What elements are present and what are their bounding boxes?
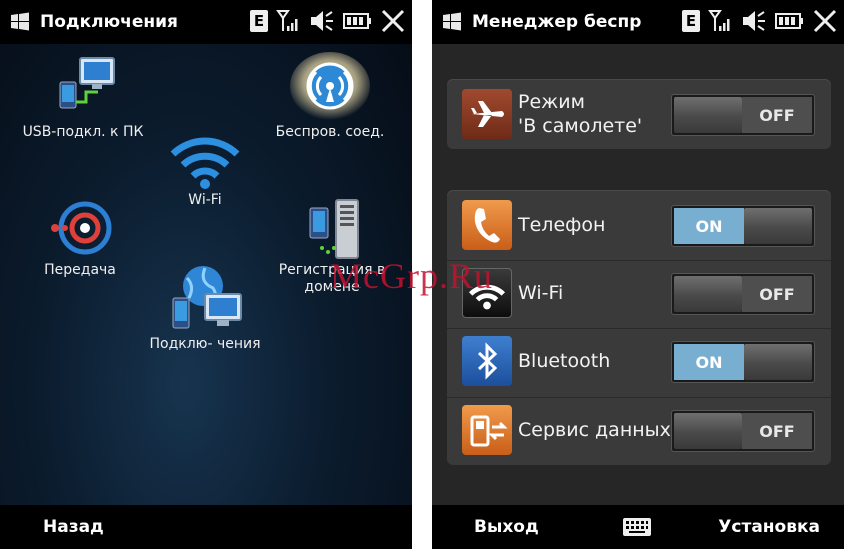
beam-icon bbox=[51, 201, 112, 255]
status-icons[interactable]: E bbox=[250, 8, 406, 34]
wireless-manager-icon bbox=[290, 52, 370, 120]
toggle-state: ON bbox=[674, 344, 744, 380]
watermark: McGrp.Ru bbox=[330, 256, 493, 296]
app-wifi[interactable]: Wi-Fi bbox=[155, 128, 255, 209]
soft-key-bar: Назад bbox=[0, 505, 412, 549]
settings-softkey[interactable]: Установка bbox=[718, 517, 820, 537]
soft-key-bar: Выход Установка bbox=[432, 505, 844, 549]
airplane-mode-label: Режим 'В самолете' bbox=[518, 82, 642, 146]
phone-icon bbox=[462, 200, 512, 250]
phone-label: Телефон bbox=[518, 214, 606, 236]
bluetooth-toggle[interactable]: ON bbox=[671, 341, 815, 383]
wifi-row[interactable]: Wi-Fi OFF bbox=[447, 260, 831, 325]
phone-toggle[interactable]: ON bbox=[671, 205, 815, 247]
usb-pc-icon bbox=[59, 57, 115, 109]
wifi-label: Wi-Fi bbox=[518, 282, 564, 304]
toggle-state: OFF bbox=[742, 97, 812, 133]
battery-icon bbox=[343, 13, 371, 29]
bluetooth-label: Bluetooth bbox=[518, 350, 611, 372]
signal-icon bbox=[276, 10, 298, 31]
windows-start-icon[interactable] bbox=[8, 10, 32, 34]
title-bar: Подключения E bbox=[0, 0, 412, 44]
phone-row[interactable]: Телефон ON bbox=[447, 193, 831, 257]
toggle-knob bbox=[674, 97, 742, 133]
app-label: Передача bbox=[44, 262, 116, 278]
close-icon[interactable] bbox=[812, 8, 838, 34]
speaker-muted-icon bbox=[311, 11, 333, 31]
toggle-state: OFF bbox=[742, 276, 812, 312]
data-service-toggle[interactable]: OFF bbox=[671, 410, 815, 452]
bluetooth-row[interactable]: Bluetooth ON bbox=[447, 328, 831, 393]
exit-softkey[interactable]: Выход bbox=[474, 517, 539, 537]
data-service-row[interactable]: Сервис данных OFF bbox=[447, 397, 831, 462]
app-label: Подклю- чения bbox=[149, 336, 261, 352]
back-softkey[interactable]: Назад bbox=[43, 517, 104, 537]
network-type-icon: E bbox=[682, 10, 700, 32]
app-usb-pc[interactable]: USB-подкл. к ПК bbox=[8, 54, 158, 141]
app-label: Беспров. соед. bbox=[275, 124, 385, 140]
data-service-icon bbox=[462, 405, 512, 455]
airplane-mode-toggle[interactable]: OFF bbox=[671, 94, 815, 136]
bluetooth-icon bbox=[462, 336, 512, 386]
title-bar: Менеджер беспр E bbox=[432, 0, 844, 44]
toggle-knob bbox=[744, 208, 812, 244]
toggle-knob bbox=[744, 344, 812, 380]
radios-panel: Телефон ON Wi-Fi OFF Bluetooth ON Сервис… bbox=[447, 190, 831, 465]
toggle-state: OFF bbox=[742, 413, 812, 449]
network-type-icon: E bbox=[250, 10, 268, 32]
wifi-toggle[interactable]: OFF bbox=[671, 273, 815, 315]
app-label: USB-подкл. к ПК bbox=[22, 124, 144, 140]
speaker-muted-icon bbox=[743, 11, 765, 31]
windows-start-icon[interactable] bbox=[440, 10, 464, 34]
data-service-label: Сервис данных bbox=[518, 419, 671, 441]
page-title: Подключения bbox=[40, 12, 178, 32]
domain-enroll-icon bbox=[309, 199, 359, 259]
connections-icon bbox=[172, 266, 242, 329]
airplane-mode-row[interactable]: Режим 'В самолете' OFF bbox=[447, 82, 831, 146]
signal-icon bbox=[708, 10, 730, 31]
airplane-icon bbox=[462, 89, 512, 139]
airplane-label-line2: 'В самолете' bbox=[518, 115, 643, 137]
app-beam[interactable]: Передача bbox=[10, 196, 150, 279]
airplane-label-line1: Режим bbox=[518, 91, 585, 113]
keyboard-icon[interactable] bbox=[622, 517, 652, 537]
close-icon[interactable] bbox=[380, 8, 406, 34]
wireless-manager-screen: Менеджер беспр E Режим 'В самолете' OFF … bbox=[432, 0, 844, 549]
status-icons[interactable]: E bbox=[682, 8, 838, 34]
toggle-knob bbox=[674, 413, 742, 449]
wifi-icon bbox=[170, 137, 240, 189]
app-connections[interactable]: Подклю- чения bbox=[135, 264, 275, 353]
battery-icon bbox=[775, 13, 803, 29]
page-title: Менеджер беспр bbox=[472, 12, 642, 32]
app-wireless-manager[interactable]: Беспров. соед. bbox=[255, 52, 405, 141]
toggle-state: ON bbox=[674, 208, 744, 244]
app-label: Wi-Fi bbox=[188, 192, 222, 208]
toggle-knob bbox=[674, 276, 742, 312]
airplane-mode-panel: Режим 'В самолете' OFF bbox=[447, 79, 831, 149]
